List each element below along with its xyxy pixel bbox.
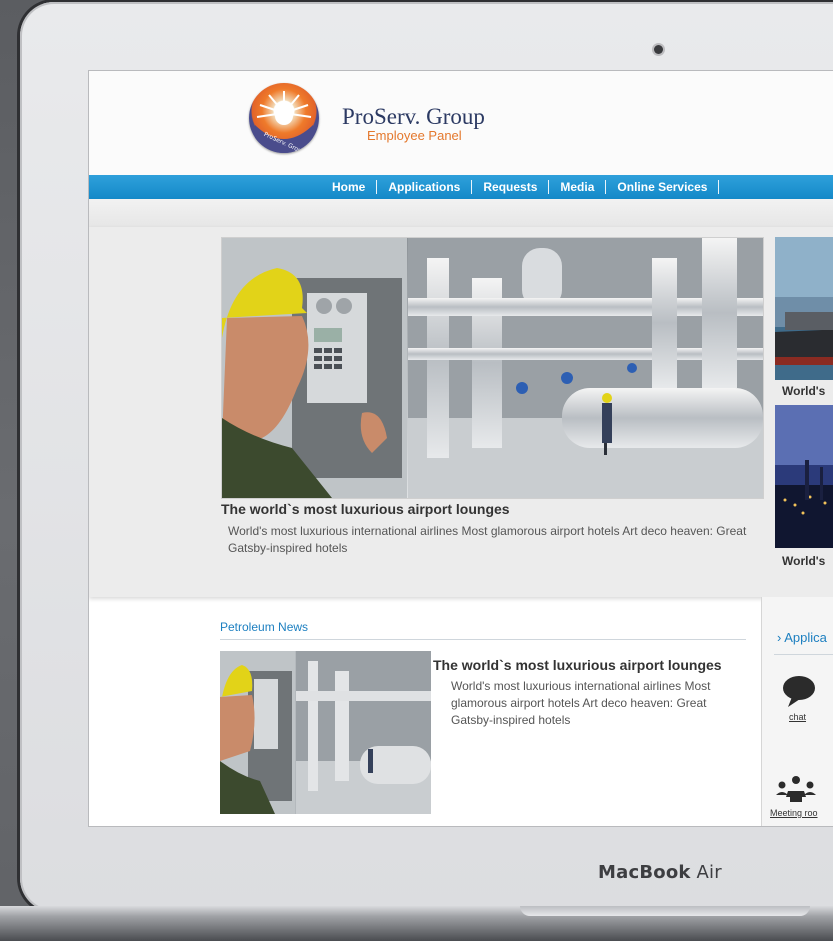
hero-image[interactable] <box>221 237 764 499</box>
site-subtitle: Employee Panel <box>367 128 462 143</box>
hero-description: World's most luxurious international air… <box>228 524 747 555</box>
nav-online-services[interactable]: Online Services <box>606 180 718 194</box>
browser-screen: ProServ. Group ProServ. Group Employee P… <box>88 70 833 827</box>
applications-title[interactable]: › Applica <box>777 630 827 645</box>
news-section-title[interactable]: Petroleum News <box>220 620 308 634</box>
sub-bar <box>89 199 833 227</box>
nav-divider <box>471 180 473 194</box>
device-brand: MacBook Air <box>598 862 722 883</box>
news-thumbnail[interactable] <box>220 651 431 814</box>
meeting-room-icon[interactable] <box>776 775 816 808</box>
app-label-meeting-room[interactable]: Meeting roo <box>770 808 818 818</box>
chat-bubble-icon[interactable] <box>782 675 816 712</box>
nav-divider <box>605 180 607 194</box>
side-thumbnail-refinery[interactable] <box>775 405 833 548</box>
site-header: ProServ. Group ProServ. Group Employee P… <box>89 71 833 175</box>
featured-section: The world`s most luxurious airport loung… <box>89 227 833 597</box>
logo-icon[interactable]: ProServ. Group <box>249 83 319 153</box>
applications-panel: › Applica chat Meeting roo <box>761 597 833 826</box>
nav-divider <box>718 180 720 194</box>
side-caption-1[interactable]: World's <box>782 384 825 398</box>
nav-divider <box>548 180 550 194</box>
laptop-notch <box>520 906 810 916</box>
nav-media[interactable]: Media <box>549 180 605 194</box>
nav-requests[interactable]: Requests <box>472 180 548 194</box>
side-thumbnail-ship[interactable] <box>775 237 833 380</box>
news-headline[interactable]: The world`s most luxurious airport loung… <box>433 657 722 673</box>
site-title: ProServ. Group <box>342 104 485 129</box>
app-label-chat[interactable]: chat <box>789 712 806 722</box>
camera-icon <box>654 45 663 54</box>
side-caption-2[interactable]: World's <box>782 554 825 568</box>
main-nav: Home Applications Requests Media Online … <box>89 175 833 199</box>
nav-divider <box>376 180 378 194</box>
hero-caption[interactable]: The world`s most luxurious airport loung… <box>221 501 510 517</box>
news-description: World's most luxurious international air… <box>451 679 711 727</box>
applications-divider <box>774 654 833 655</box>
nav-applications[interactable]: Applications <box>377 180 471 194</box>
news-divider <box>220 639 746 640</box>
nav-home[interactable]: Home <box>321 180 376 194</box>
